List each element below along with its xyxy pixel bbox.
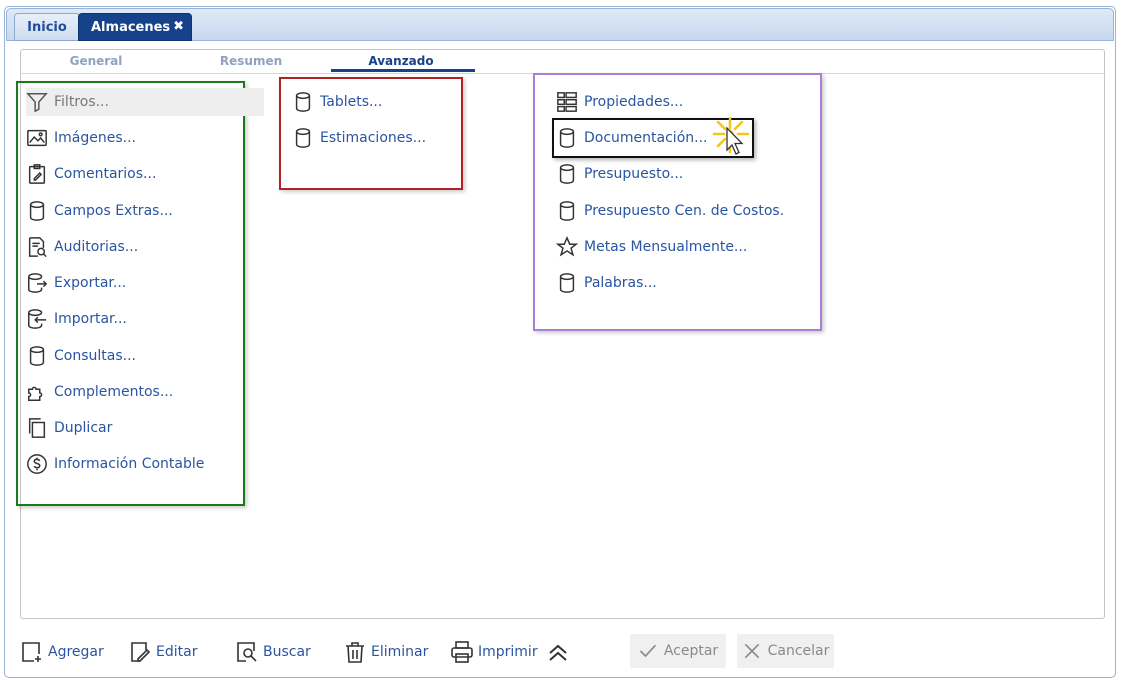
properties-grid-icon (556, 90, 578, 114)
menu-item-imagenes[interactable]: Imágenes... (26, 124, 136, 152)
menu-item-label: Comentarios... (54, 166, 157, 182)
active-subtab-indicator (331, 69, 475, 72)
menu-item-comentarios[interactable]: Comentarios... (26, 160, 156, 188)
menu-item-auditorias[interactable]: Auditorias... (26, 233, 138, 261)
collapse-toolbar-button[interactable] (546, 637, 574, 667)
database-icon (556, 199, 578, 223)
menu-item-informacion-contable[interactable]: Información Contable (26, 450, 204, 478)
menu-item-metas-mensualmente[interactable]: Metas Mensualmente... (556, 233, 747, 261)
puzzle-icon (26, 380, 48, 404)
clipboard-edit-icon (26, 162, 48, 186)
search-document-icon (235, 639, 259, 665)
database-icon (26, 199, 48, 223)
image-icon (26, 126, 48, 150)
dollar-icon (26, 452, 48, 476)
imprimir-label: Imprimir (478, 644, 538, 660)
menu-item-duplicar[interactable]: Duplicar (26, 414, 112, 442)
menu-item-label: Presupuesto Cen. de Costos. (584, 203, 785, 219)
x-icon (742, 641, 762, 661)
database-icon (556, 271, 578, 295)
click-cursor-icon (712, 116, 750, 155)
edit-document-icon (128, 639, 152, 665)
menu-item-label: Metas Mensualmente... (584, 239, 748, 255)
aceptar-button[interactable]: Aceptar (630, 634, 726, 668)
subtab-general[interactable]: General (56, 54, 136, 68)
copy-icon (26, 416, 48, 440)
star-icon (556, 235, 578, 259)
menu-item-label: Consultas... (54, 348, 136, 364)
aceptar-label: Aceptar (663, 643, 719, 659)
document-search-icon (26, 235, 48, 259)
database-icon (292, 126, 314, 150)
menu-item-importar[interactable]: Importar... (26, 305, 127, 333)
menu-item-presupuesto-cen-costos[interactable]: Presupuesto Cen. de Costos. (556, 197, 784, 225)
menu-item-label: Palabras... (584, 275, 657, 291)
eliminar-label: Eliminar (371, 644, 429, 660)
agregar-button[interactable]: Agregar (20, 637, 104, 667)
filter-icon (26, 90, 48, 114)
buscar-label: Buscar (263, 644, 311, 660)
cancelar-label: Cancelar (767, 643, 830, 659)
menu-item-label: Presupuesto... (584, 166, 684, 182)
check-icon (638, 641, 658, 661)
menu-item-label: Complementos... (54, 384, 174, 400)
editar-label: Editar (156, 644, 198, 660)
menu-item-propiedades[interactable]: Propiedades... (556, 88, 683, 116)
agregar-label: Agregar (48, 644, 104, 660)
menu-item-label: Imágenes... (54, 130, 136, 146)
menu-item-label: Filtros... (54, 94, 109, 110)
menu-item-label: Exportar... (54, 275, 127, 291)
menu-item-presupuesto[interactable]: Presupuesto... (556, 160, 683, 188)
tab-almacenes[interactable]: Almacenes ✖ (78, 13, 192, 41)
menu-item-label: Auditorias... (54, 239, 139, 255)
imprimir-button[interactable]: Imprimir (450, 637, 538, 667)
subtab-resumen[interactable]: Resumen (206, 54, 296, 68)
database-import-icon (26, 307, 48, 331)
subtab-avanzado[interactable]: Avanzado (356, 54, 446, 68)
menu-item-label: Tablets... (320, 94, 383, 110)
menu-item-estimaciones[interactable]: Estimaciones... (292, 124, 426, 152)
menu-item-palabras[interactable]: Palabras... (556, 269, 657, 297)
menu-item-filtros[interactable]: Filtros... (26, 88, 264, 116)
tab-inicio-label: Inicio (27, 19, 67, 35)
buscar-button[interactable]: Buscar (235, 637, 311, 667)
eliminar-button[interactable]: Eliminar (343, 637, 428, 667)
menu-item-campos-extras[interactable]: Campos Extras... (26, 197, 173, 225)
database-export-icon (26, 271, 48, 295)
menu-item-label: Información Contable (54, 456, 205, 472)
double-chevron-up-icon (546, 639, 570, 665)
menu-item-label: Estimaciones... (320, 130, 427, 146)
menu-item-exportar[interactable]: Exportar... (26, 269, 126, 297)
database-icon (26, 344, 48, 368)
database-icon (556, 126, 578, 150)
trash-icon (343, 639, 367, 665)
menu-item-label: Campos Extras... (54, 203, 173, 219)
printer-icon (450, 639, 474, 665)
menu-item-label: Importar... (54, 311, 127, 327)
tab-inicio[interactable]: Inicio (14, 13, 80, 41)
menu-item-complementos[interactable]: Complementos... (26, 378, 173, 406)
menu-item-tablets[interactable]: Tablets... (292, 88, 382, 116)
tab-bar: Inicio Almacenes ✖ (6, 8, 1114, 41)
database-icon (292, 90, 314, 114)
tab-almacenes-label: Almacenes (91, 19, 171, 35)
cancelar-button[interactable]: Cancelar (737, 634, 834, 668)
menu-item-documentacion[interactable]: Documentación... (556, 124, 707, 152)
editar-button[interactable]: Editar (128, 637, 197, 667)
menu-item-label: Documentación... (584, 130, 708, 146)
menu-item-label: Propiedades... (584, 94, 684, 110)
close-icon[interactable]: ✖ (173, 19, 184, 34)
add-document-icon (20, 639, 44, 665)
database-icon (556, 162, 578, 186)
menu-item-label: Duplicar (54, 420, 113, 436)
menu-item-consultas[interactable]: Consultas... (26, 342, 136, 370)
subtab-bar: General Resumen Avanzado (20, 49, 1105, 74)
